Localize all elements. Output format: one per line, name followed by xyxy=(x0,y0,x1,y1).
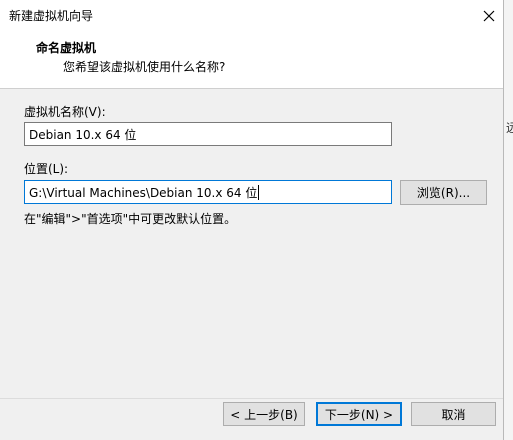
browse-button[interactable]: 浏览(R)... xyxy=(400,180,487,205)
wizard-body: 虚拟机名称(V): Debian 10.x 64 位 位置(L): G:\Vir… xyxy=(0,89,503,440)
close-icon xyxy=(483,10,494,21)
wizard-header: 命名虚拟机 您希望该虚拟机使用什么名称? xyxy=(0,31,503,89)
vm-name-value: Debian 10.x 64 位 xyxy=(29,127,137,142)
vm-name-input[interactable]: Debian 10.x 64 位 xyxy=(24,122,392,146)
window-title: 新建虚拟机向导 xyxy=(9,9,94,23)
background-window-text: 远 xyxy=(506,121,513,135)
page-title: 命名虚拟机 xyxy=(36,41,97,55)
cancel-button[interactable]: 取消 xyxy=(411,402,496,426)
next-button[interactable]: 下一步(N) > xyxy=(316,402,402,426)
page-subtitle: 您希望该虚拟机使用什么名称? xyxy=(63,60,226,74)
location-input[interactable]: G:\Virtual Machines\Debian 10.x 64 位 xyxy=(24,180,392,204)
location-value: G:\Virtual Machines\Debian 10.x 64 位 xyxy=(29,185,258,200)
text-caret xyxy=(258,184,260,200)
title-bar: 新建虚拟机向导 xyxy=(0,0,503,31)
footer-divider xyxy=(0,398,503,399)
location-hint: 在"编辑">"首选项"中可更改默认位置。 xyxy=(24,212,237,226)
background-window-edge: 远 xyxy=(503,0,513,440)
close-button[interactable] xyxy=(474,0,503,31)
location-label: 位置(L): xyxy=(24,162,69,176)
vm-name-label: 虚拟机名称(V): xyxy=(24,105,106,119)
back-button[interactable]: < 上一步(B) xyxy=(223,402,305,426)
